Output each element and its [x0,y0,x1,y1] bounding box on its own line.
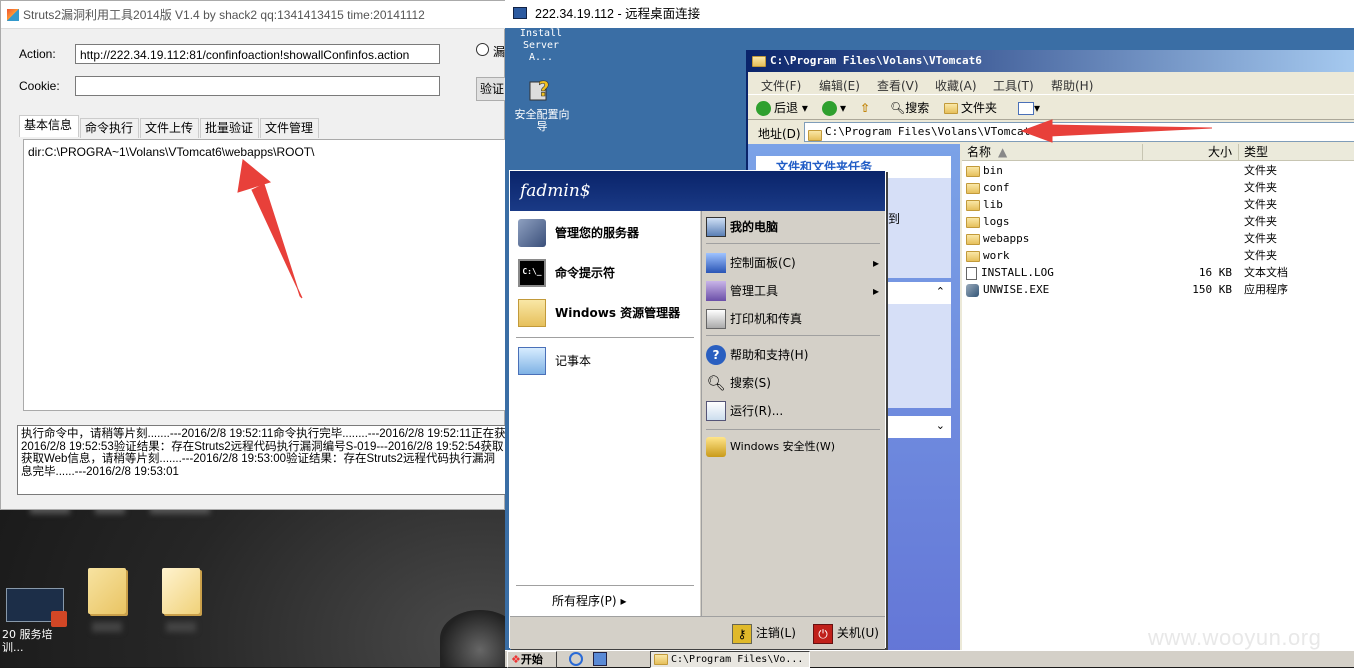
annotation-arrow-2 [1020,119,1213,143]
watermark: www.wooyun.org [1148,625,1322,650]
annotation-arrow-1 [237,159,303,299]
annotation-arrows [237,119,1213,299]
